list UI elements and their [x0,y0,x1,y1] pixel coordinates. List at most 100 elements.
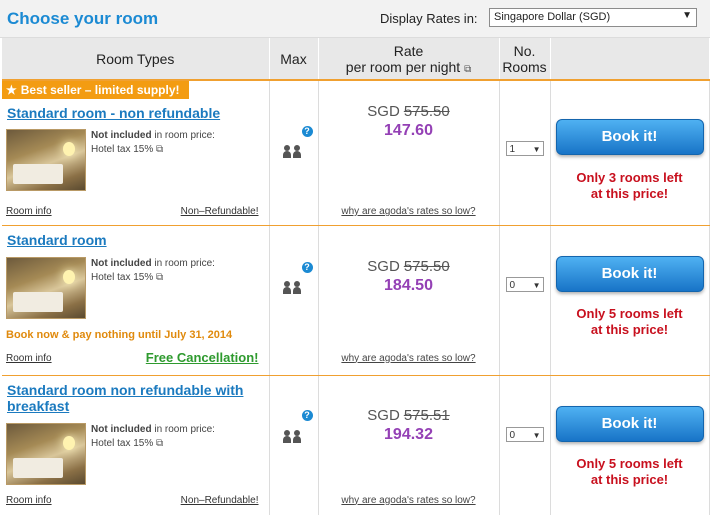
room-info-link[interactable]: Room info [6,495,52,506]
book-button[interactable]: Book it! [555,405,704,442]
people-icon [282,426,307,443]
external-link-icon[interactable]: ⧉ [156,144,163,155]
old-price: 575.50 [403,257,450,275]
col-rooms-line1: No. [513,42,536,59]
bestseller-badge: ★ Best seller – limited supply! [2,81,190,99]
col-rate: Rate per room per night ⧉ [318,38,500,81]
currency-selected-value: Singapore Dollar (SGD) [494,11,611,23]
tax-info: Not included in room price: Hotel tax 15… [91,129,215,157]
original-rate: SGD 575.50 [319,258,499,275]
old-price: 575.50 [403,103,450,120]
max-cell: ? [269,80,319,226]
external-link-icon[interactable]: ⧉ [464,64,471,75]
book-button[interactable]: Book it! [555,119,704,155]
rooms-left-notice: Only 3 rooms left at this price! [551,170,709,202]
book-now-pay-later: Book now & pay nothing until July 31, 20… [6,328,233,341]
discount-rate: 184.50 [384,276,433,294]
col-rate-line1: Rate [393,42,424,59]
col-max: Max [269,38,319,81]
discount-rate: 194.32 [384,425,433,443]
rooms-left-notice: Only 5 rooms left at this price! [551,456,709,488]
currency-code: SGD [367,406,400,424]
policy-link[interactable]: Non–Refundable! [181,206,259,217]
rate-cell: SGD 575.51 194.32 why are agoda's rates s… [318,375,500,515]
tax-info: Not included in room price: Hotel tax 15… [91,423,215,451]
tax-note: in room price: [154,257,215,269]
room-name-link[interactable]: Standard room - non refundable [7,105,220,121]
not-included-label: Not included [91,257,152,269]
dropdown-arrow-icon: ▼ [532,280,541,290]
room-name-link[interactable]: Standard room non refundable with breakf… [7,382,262,414]
room-cell: Standard room Not included in room price… [2,225,270,376]
free-cancellation-link[interactable]: Free Cancellation! [146,350,259,365]
discount-rate: 147.60 [384,122,433,139]
rooms-left-line1: Only 5 rooms left [576,305,683,321]
why-low-link[interactable]: why are agoda's rates so low? [319,495,499,506]
star-icon: ★ [6,83,17,97]
room-qty-select[interactable]: 1 ▼ [505,141,544,156]
qty-cell: 0 ▼ [499,375,551,515]
tax-text: Hotel tax 15% [91,144,154,155]
rate-cell: SGD 575.50 184.50 why are agoda's rates s… [318,225,500,376]
currency-code: SGD [367,103,400,120]
qty-value: 0 [509,429,516,441]
room-thumbnail[interactable] [6,129,86,191]
table-row: Standard room non refundable with breakf… [2,375,710,515]
rooms-left-line2: at this price! [590,186,669,201]
room-table: Room Types Max Rate per room per night ⧉… [2,38,710,515]
original-rate: SGD 575.51 [319,407,499,424]
rooms-left-line2: at this price! [590,471,669,487]
room-cell: ★ Best seller – limited supply! Standard … [2,80,270,226]
room-info-link[interactable]: Room info [6,206,52,217]
action-cell: Book it! Only 3 rooms left at this price… [550,80,710,226]
room-qty-select[interactable]: 0 ▼ [505,426,544,442]
help-icon[interactable]: ? [301,409,313,421]
external-link-icon[interactable]: ⧉ [156,438,163,449]
qty-cell: 1 ▼ [499,80,551,226]
rooms-left-line1: Only 3 rooms left [576,170,683,185]
col-no-rooms: No. Rooms [499,38,551,81]
page-title: Choose your room [7,9,159,28]
col-room-types: Room Types [2,38,270,81]
room-name-link[interactable]: Standard room [7,232,107,248]
col-rate-line2: per room per night [345,58,461,75]
room-thumbnail[interactable] [6,422,86,485]
dropdown-arrow-icon: ▼ [532,430,541,440]
currency-select[interactable]: Singapore Dollar (SGD) ▼ [489,8,697,27]
rooms-left-line1: Only 5 rooms left [576,455,683,471]
rate-cell: SGD 575.50 147.60 why are agoda's rates s… [318,80,500,226]
room-thumbnail[interactable] [6,256,86,319]
rooms-left-line2: at this price! [590,321,669,337]
people-icon [282,277,307,294]
external-link-icon[interactable]: ⧉ [156,272,163,283]
help-icon[interactable]: ? [301,261,313,273]
why-low-link[interactable]: why are agoda's rates so low? [319,353,499,364]
book-button[interactable]: Book it! [555,255,704,292]
table-row: ★ Best seller – limited supply! Standard … [2,80,710,226]
dropdown-arrow-icon: ▼ [532,145,541,154]
people-icon [282,141,307,158]
tax-note: in room price: [154,423,215,435]
not-included-label: Not included [91,423,152,435]
old-price: 575.51 [403,406,450,424]
qty-value: 0 [509,279,516,291]
why-low-link[interactable]: why are agoda's rates so low? [319,206,499,217]
qty-cell: 0 ▼ [499,225,551,376]
table-row: Standard room Not included in room price… [2,225,710,376]
header-bar: Choose your room Display Rates in: Singa… [0,0,710,38]
max-cell: ? [269,375,319,515]
dropdown-arrow-icon: ▼ [682,10,692,21]
bestseller-text: Best seller – limited supply! [20,83,180,97]
action-cell: Book it! Only 5 rooms left at this price… [550,375,710,515]
not-included-label: Not included [91,130,152,141]
room-info-link[interactable]: Room info [6,353,52,364]
original-rate: SGD 575.50 [319,103,499,120]
qty-value: 1 [509,144,516,155]
table-header-row: Room Types Max Rate per room per night ⧉… [2,38,710,81]
help-icon[interactable]: ? [301,126,313,137]
col-rooms-line2: Rooms [502,58,547,75]
room-qty-select[interactable]: 0 ▼ [505,276,544,292]
tax-info: Not included in room price: Hotel tax 15… [91,257,215,285]
rooms-left-notice: Only 5 rooms left at this price! [551,306,709,338]
policy-link[interactable]: Non–Refundable! [181,495,259,506]
